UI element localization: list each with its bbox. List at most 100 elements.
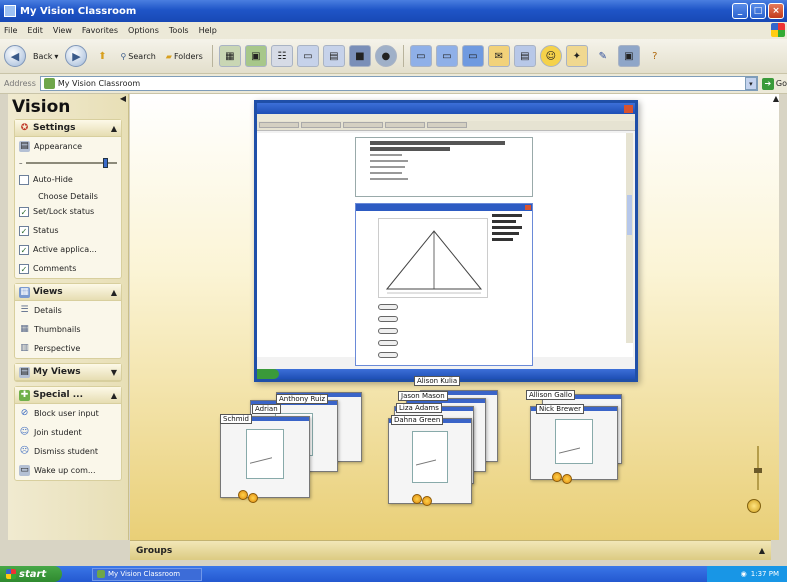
student-thumbnail[interactable] (388, 418, 472, 504)
chevron-down-icon[interactable]: ▼ (111, 368, 117, 377)
sidebar-collapse-icon[interactable]: ◀ (120, 94, 126, 103)
go-button[interactable]: ➔ Go (761, 77, 787, 90)
up-folder-icon[interactable]: ⬆ (91, 45, 113, 67)
address-dropdown-icon[interactable]: ▾ (744, 77, 757, 90)
presentation-dropdown-icon[interactable]: ▤ (322, 45, 345, 67)
minimize-button[interactable]: _ (732, 3, 748, 19)
auto-hide-item[interactable]: Auto-Hide (15, 170, 121, 189)
groups-panel-header[interactable]: Groups ▲ (130, 540, 771, 560)
group-lock-icon[interactable] (422, 496, 432, 506)
start-button[interactable]: start (0, 566, 62, 582)
student-name-tag[interactable]: Adrian (252, 404, 281, 414)
maximize-button[interactable]: □ (750, 3, 766, 19)
view-item-perspective[interactable]: ▥ Perspective (15, 339, 121, 358)
chevron-up-icon[interactable]: ▲ (111, 288, 117, 297)
special-item-wake-up[interactable]: ▭ Wake up com... (15, 461, 121, 480)
status-checkbox[interactable]: ✓ (19, 225, 29, 236)
menu-edit[interactable]: Edit (27, 26, 43, 35)
remote-content (257, 133, 633, 376)
chat-icon[interactable]: ✉ (487, 45, 510, 67)
student-name-tag[interactable]: Anthony Ruiz (276, 394, 329, 404)
tools-dropdown-icon[interactable]: ✦ (565, 45, 588, 67)
group-lock-icon[interactable] (562, 474, 572, 484)
size-slider[interactable]: – (15, 156, 121, 170)
student-name-tag[interactable]: Liza Adams (396, 403, 442, 413)
student-name-tag[interactable]: Nick Brewer (536, 404, 585, 414)
control-screen-icon[interactable]: ▭ (461, 45, 484, 67)
menu-options[interactable]: Options (128, 26, 159, 35)
details-view-icon[interactable]: ☷ (270, 45, 293, 67)
smiley-icon[interactable]: ☺ (539, 45, 562, 67)
detail-item-lock-status[interactable]: ✓ Set/Lock status (15, 202, 121, 221)
comments-checkbox[interactable]: ✓ (19, 263, 29, 274)
address-input[interactable]: My Vision Classroom ▾ (39, 76, 758, 91)
student-name-tag[interactable]: Allison Gallo (526, 390, 576, 400)
group-lock-icon[interactable] (238, 490, 248, 500)
chevron-up-icon[interactable]: ▲ (111, 124, 117, 133)
slider-knob[interactable] (103, 158, 109, 168)
zoom-slider-knob[interactable] (754, 468, 762, 473)
view-item-thumbnails[interactable]: ▦ Thumbnails (15, 320, 121, 339)
menu-tools[interactable]: Tools (169, 26, 189, 35)
student-thumbnail[interactable] (530, 406, 618, 480)
appearance-item[interactable]: ▤ Appearance (15, 137, 121, 156)
chevron-up-icon[interactable]: ▲ (111, 391, 117, 400)
screen-lock-icon[interactable]: ■ (348, 45, 371, 67)
detail-item-active-applications[interactable]: ✓ Active applica... (15, 240, 121, 259)
answer-option (378, 352, 398, 358)
active-applications-checkbox[interactable]: ✓ (19, 244, 29, 255)
grid-view-icon[interactable]: ▦ (218, 45, 241, 67)
view-screen-icon[interactable]: ▭ (435, 45, 458, 67)
show-screen-icon[interactable]: ▭ (409, 45, 432, 67)
folders-button[interactable]: ▰ Folders (163, 52, 206, 61)
taskbar: start My Vision Classroom ◉ 1:37 PM (0, 566, 787, 582)
gallery-icon[interactable]: ▣ (617, 45, 640, 67)
appearance-label: Appearance (34, 142, 83, 151)
app-icon (4, 5, 16, 17)
group-icon[interactable] (747, 499, 761, 513)
student-name-tag[interactable]: Schmid (220, 414, 252, 424)
slider-track[interactable] (25, 158, 117, 168)
pen-icon[interactable]: ✎ (592, 45, 614, 67)
group-lock-icon[interactable] (412, 494, 422, 504)
taskbar-item[interactable]: My Vision Classroom (92, 567, 202, 581)
back-dropdown[interactable]: Back ▾ (30, 52, 61, 61)
special-item-block-input[interactable]: ⊘ Block user input (15, 404, 121, 423)
zoom-slider[interactable] (754, 446, 762, 490)
menu-favorites[interactable]: Favorites (82, 26, 118, 35)
special-item-join-student[interactable]: ☺ Join student (15, 423, 121, 442)
student-name-tag[interactable]: Dahna Green (391, 415, 444, 425)
student-name-tag[interactable]: Alison Kulia (414, 376, 461, 386)
special-item-dismiss-student[interactable]: ☹ Dismiss student (15, 442, 121, 461)
detail-item-status[interactable]: ✓ Status (15, 221, 121, 240)
group-lock-icon[interactable] (552, 472, 562, 482)
globe-icon[interactable]: ● (374, 45, 397, 67)
search-button[interactable]: ⚲ Search (117, 52, 158, 61)
message-icon[interactable]: ▤ (513, 45, 536, 67)
detail-item-comments[interactable]: ✓ Comments (15, 259, 121, 278)
views-header[interactable]: ▦ Views ▲ (15, 284, 121, 301)
forward-icon[interactable]: ▶ (65, 45, 88, 67)
tray-network-icon[interactable]: ◉ (741, 570, 747, 578)
special-header[interactable]: ✚ Special ... ▲ (15, 387, 121, 404)
student-thumbnail[interactable] (220, 416, 310, 498)
lock-status-checkbox[interactable]: ✓ (19, 206, 29, 217)
chevron-up-icon[interactable]: ▲ (759, 546, 765, 555)
auto-hide-checkbox[interactable] (19, 174, 29, 185)
menu-file[interactable]: File (4, 26, 17, 35)
thumbnail-view-icon[interactable]: ▣ (244, 45, 267, 67)
my-views-header[interactable]: ▤ My Views ▼ (15, 364, 121, 381)
help-icon[interactable]: ? (644, 45, 666, 67)
group-lock-icon[interactable] (248, 493, 258, 503)
close-button[interactable]: × (768, 3, 784, 19)
view-item-details[interactable]: ☰ Details (15, 301, 121, 320)
choose-details-label: Choose Details (38, 192, 98, 201)
student-screen-large[interactable] (254, 100, 638, 382)
menu-help[interactable]: Help (199, 26, 217, 35)
student-name-tag[interactable]: Jason Mason (398, 391, 448, 401)
settings-header[interactable]: ✪ Settings ▲ (15, 120, 121, 137)
back-icon[interactable]: ◀ (4, 45, 26, 67)
monitor-dropdown-icon[interactable]: ▭ (296, 45, 319, 67)
scroll-up-icon[interactable]: ▲ (773, 94, 779, 103)
menu-view[interactable]: View (53, 26, 72, 35)
